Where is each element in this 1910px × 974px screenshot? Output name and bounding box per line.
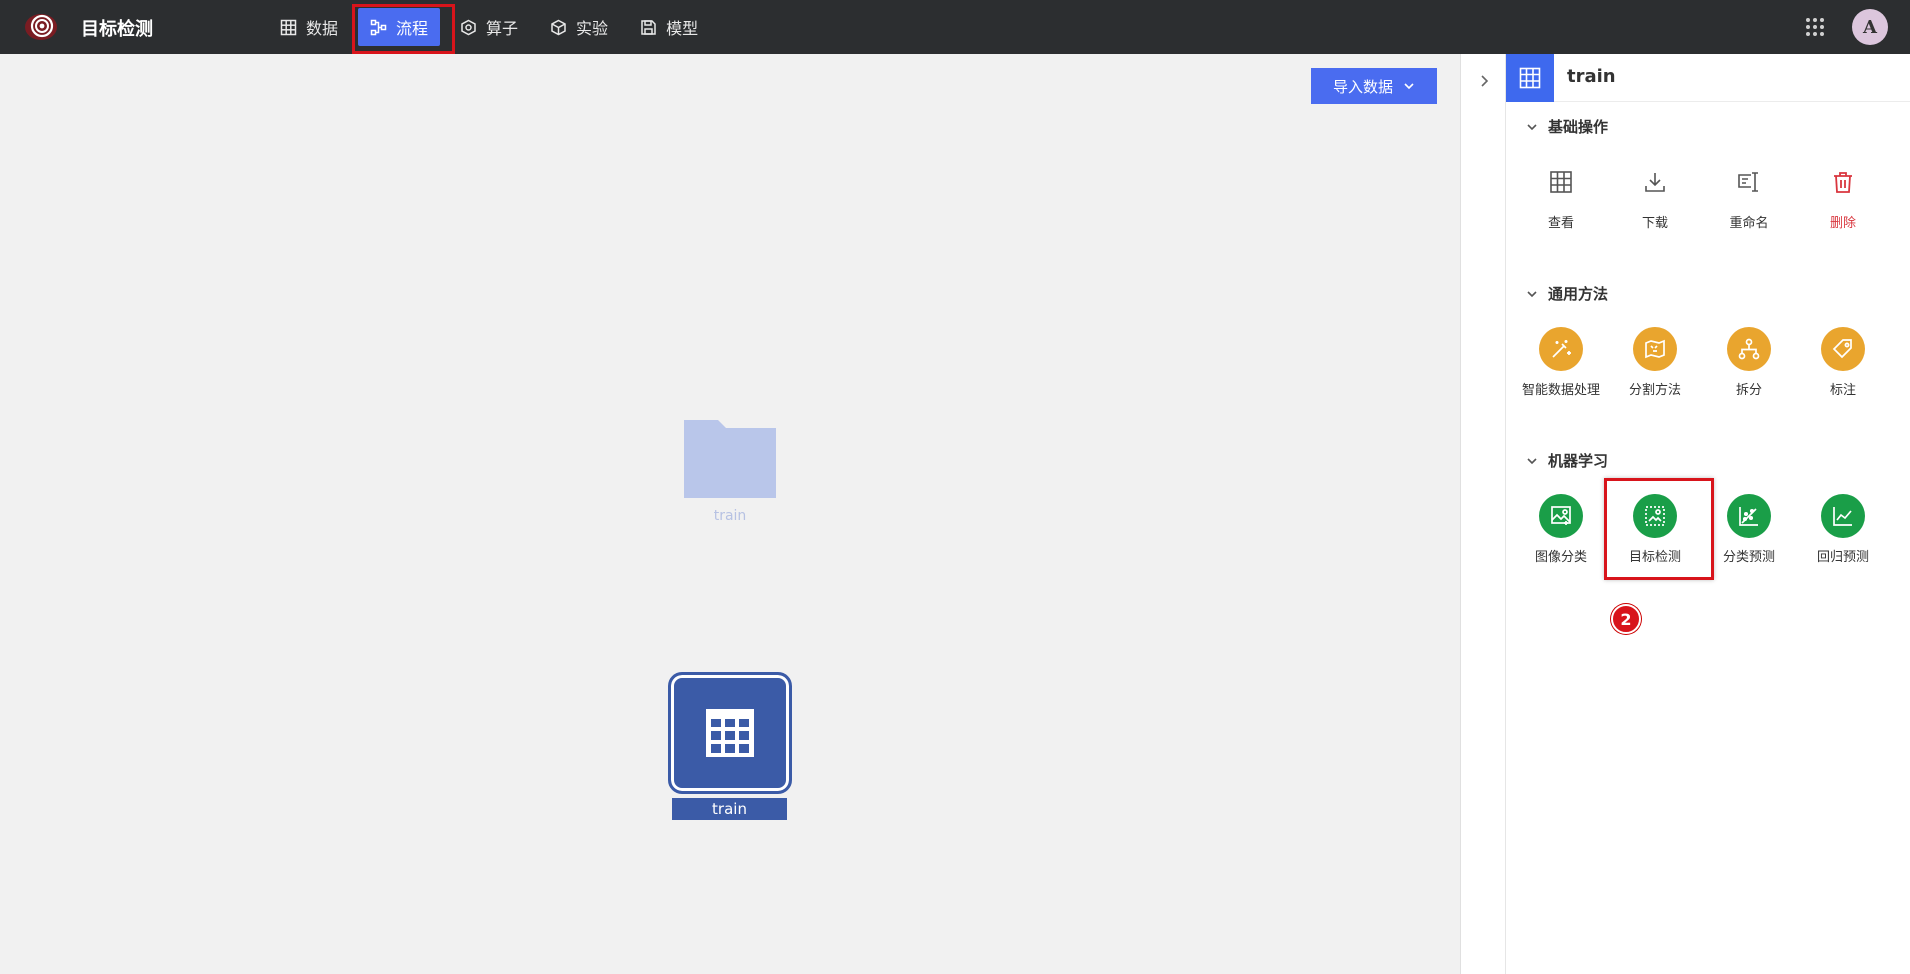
- nav-label: 算子: [486, 19, 519, 38]
- table-icon: [280, 19, 297, 35]
- panel-collapse-strip: [1460, 54, 1506, 974]
- tool-image-classification[interactable]: 图像分类: [1514, 494, 1608, 565]
- tool-view[interactable]: 查看: [1514, 160, 1608, 231]
- section-title: 机器学习: [1548, 452, 1609, 470]
- tool-annotate[interactable]: 标注: [1796, 327, 1890, 398]
- cube-icon: [551, 19, 566, 35]
- section-title: 通用方法: [1548, 285, 1609, 303]
- split-map-icon: [1633, 327, 1677, 371]
- save-icon: [641, 19, 656, 35]
- tool-label: 重命名: [1729, 216, 1769, 231]
- trash-icon: [1821, 160, 1865, 204]
- annotation-badge-2: 2: [1611, 604, 1641, 634]
- dataset-node-train[interactable]: [668, 672, 792, 794]
- import-data-button[interactable]: 导入数据: [1311, 68, 1437, 104]
- section-title: 基础操作: [1548, 118, 1609, 136]
- nav-item-operator[interactable]: 算子: [448, 8, 530, 46]
- avatar[interactable]: A: [1852, 9, 1888, 45]
- image-classify-icon: [1539, 494, 1583, 538]
- operator-icon: [461, 19, 476, 35]
- app-logo-icon[interactable]: [24, 12, 58, 42]
- section-general-methods[interactable]: 通用方法: [1526, 283, 1608, 304]
- apps-grid-icon[interactable]: [1804, 16, 1826, 38]
- tool-regression-prediction[interactable]: 回归预测: [1796, 494, 1890, 565]
- annotation-highlight-object-detection: [1604, 478, 1714, 580]
- hierarchy-icon: [1727, 327, 1771, 371]
- tool-split[interactable]: 拆分: [1702, 327, 1796, 398]
- nav-label: 数据: [306, 19, 339, 38]
- table-icon: [1506, 54, 1554, 102]
- panel-title: train: [1567, 66, 1616, 87]
- chevron-down-icon: [1527, 290, 1537, 297]
- rename-icon: [1727, 160, 1771, 204]
- nav-label: 模型: [666, 19, 699, 38]
- nav-item-experiment[interactable]: 实验: [538, 8, 620, 46]
- tool-download[interactable]: 下载: [1608, 160, 1702, 231]
- chevron-down-icon: [1404, 83, 1414, 90]
- tool-label: 查看: [1547, 216, 1574, 231]
- nav-label: 实验: [576, 19, 609, 38]
- tool-label: 回归预测: [1816, 550, 1869, 565]
- tool-delete[interactable]: 删除: [1796, 160, 1890, 231]
- app-title: 目标检测: [81, 19, 153, 40]
- scatter-icon: [1727, 494, 1771, 538]
- tool-label: 标注: [1829, 383, 1856, 398]
- table-icon: [1539, 160, 1583, 204]
- annotation-highlight-flow: [352, 4, 455, 54]
- tag-icon: [1821, 327, 1865, 371]
- table-icon: [706, 709, 754, 757]
- panel-header: train: [1506, 54, 1910, 102]
- nav-item-data[interactable]: 数据: [268, 8, 350, 46]
- node-label: train: [672, 798, 787, 820]
- tool-smart-data-processing[interactable]: 智能数据处理: [1514, 327, 1608, 398]
- import-data-label: 导入数据: [1332, 77, 1393, 96]
- tool-split-method[interactable]: 分割方法: [1608, 327, 1702, 398]
- chevron-down-icon: [1527, 123, 1537, 130]
- tool-label: 智能数据处理: [1521, 383, 1600, 398]
- tool-label: 分割方法: [1628, 383, 1681, 398]
- tool-rename[interactable]: 重命名: [1702, 160, 1796, 231]
- top-bar: 目标检测 数据 流程 算子 实验 模型 A: [0, 0, 1910, 54]
- ghost-node-label: train: [713, 508, 747, 524]
- folder-icon: [684, 420, 776, 498]
- main-nav: 数据 流程 算子 实验 模型: [268, 8, 710, 46]
- tool-label: 拆分: [1735, 383, 1762, 398]
- magic-wand-icon: [1539, 327, 1583, 371]
- tool-classification-prediction[interactable]: 分类预测: [1702, 494, 1796, 565]
- nav-item-model[interactable]: 模型: [628, 8, 710, 46]
- download-icon: [1633, 160, 1677, 204]
- chevron-down-icon: [1527, 457, 1537, 464]
- tool-label: 下载: [1641, 216, 1668, 231]
- section-machine-learning[interactable]: 机器学习: [1526, 450, 1608, 471]
- tool-label: 删除: [1829, 216, 1856, 231]
- line-chart-icon: [1821, 494, 1865, 538]
- section-basic-ops[interactable]: 基础操作: [1526, 116, 1608, 137]
- tool-label: 图像分类: [1534, 550, 1587, 565]
- chevron-right-icon[interactable]: [1477, 74, 1491, 88]
- tool-label: 分类预测: [1722, 550, 1775, 565]
